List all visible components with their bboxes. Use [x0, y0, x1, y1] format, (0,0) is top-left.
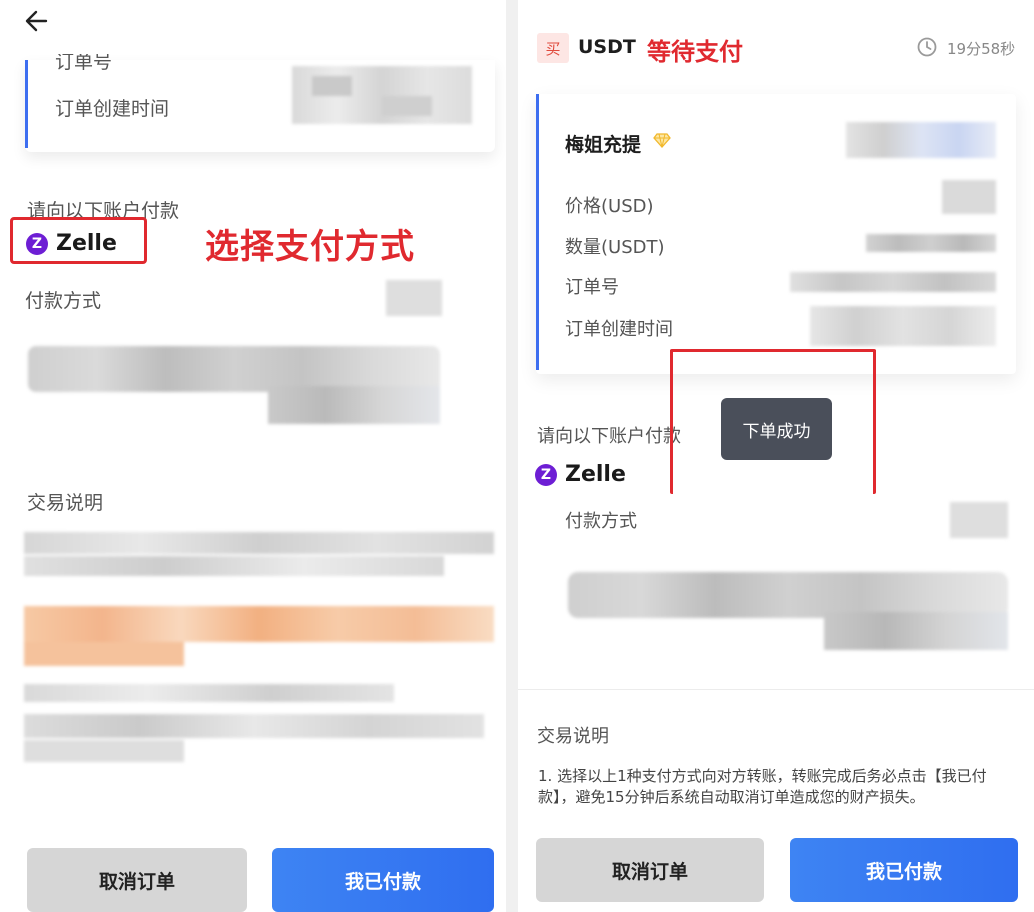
order-status: 等待支付	[647, 38, 743, 66]
price-label: 价格(USD)	[565, 196, 654, 217]
order-created-label: 订单创建时间	[55, 98, 170, 120]
transaction-notes-redacted	[24, 532, 494, 772]
order-number-label: 订单号	[565, 277, 619, 298]
clock-icon	[917, 37, 937, 57]
zelle-icon: Z	[535, 463, 557, 486]
card-accent-bar	[536, 94, 539, 370]
pay-method-label: 付款方式	[25, 290, 102, 312]
pay-method-value	[950, 502, 1008, 538]
quantity-label: 数量(USDT)	[565, 237, 665, 258]
order-number-label: 订单号	[55, 54, 113, 73]
order-created-value	[810, 306, 996, 346]
asset-name: USDT	[578, 36, 636, 58]
price-value	[942, 180, 996, 214]
merchant-id-redacted	[846, 122, 996, 158]
section-divider	[518, 689, 1034, 690]
pay-method-value	[386, 280, 442, 316]
buy-badge: 买	[537, 33, 569, 63]
order-created-label: 订单创建时间	[565, 319, 673, 340]
zelle-icon: Z	[26, 232, 48, 255]
back-arrow-icon[interactable]	[22, 6, 52, 36]
countdown-timer: 19分58秒	[947, 40, 1016, 58]
cancel-order-button[interactable]: 取消订单	[536, 838, 764, 902]
confirm-paid-button[interactable]: 我已付款	[272, 848, 494, 912]
payment-method-name: Zelle	[56, 231, 117, 256]
confirm-paid-button[interactable]: 我已付款	[790, 838, 1018, 902]
payment-method-name: Zelle	[565, 462, 626, 487]
pay-to-label: 请向以下账户付款	[537, 426, 681, 447]
order-created-value	[292, 66, 472, 124]
quantity-value	[866, 234, 996, 252]
order-success-toast: 下单成功	[721, 398, 832, 460]
annotation-text: 选择支付方式	[205, 227, 415, 267]
account-details-redacted	[28, 346, 440, 424]
cancel-order-button[interactable]: 取消订单	[27, 848, 247, 912]
transaction-notes-label: 交易说明	[27, 492, 104, 514]
account-details-redacted	[568, 572, 1008, 650]
merchant-name[interactable]: 梅姐充提	[565, 130, 641, 157]
panel-divider	[506, 0, 518, 912]
payment-method-zelle[interactable]: Z Zelle	[26, 231, 117, 256]
transaction-note-text: 1. 选择以上1种支付方式向对方转账，转账完成后务必点击【我已付款】，避免15分…	[538, 767, 987, 806]
pay-method-label: 付款方式	[565, 511, 637, 532]
transaction-notes-label: 交易说明	[537, 726, 609, 747]
order-number-value	[790, 272, 996, 292]
payment-method-zelle[interactable]: Z Zelle	[535, 462, 626, 487]
diamond-icon	[653, 133, 671, 148]
card-accent-bar	[25, 60, 28, 148]
